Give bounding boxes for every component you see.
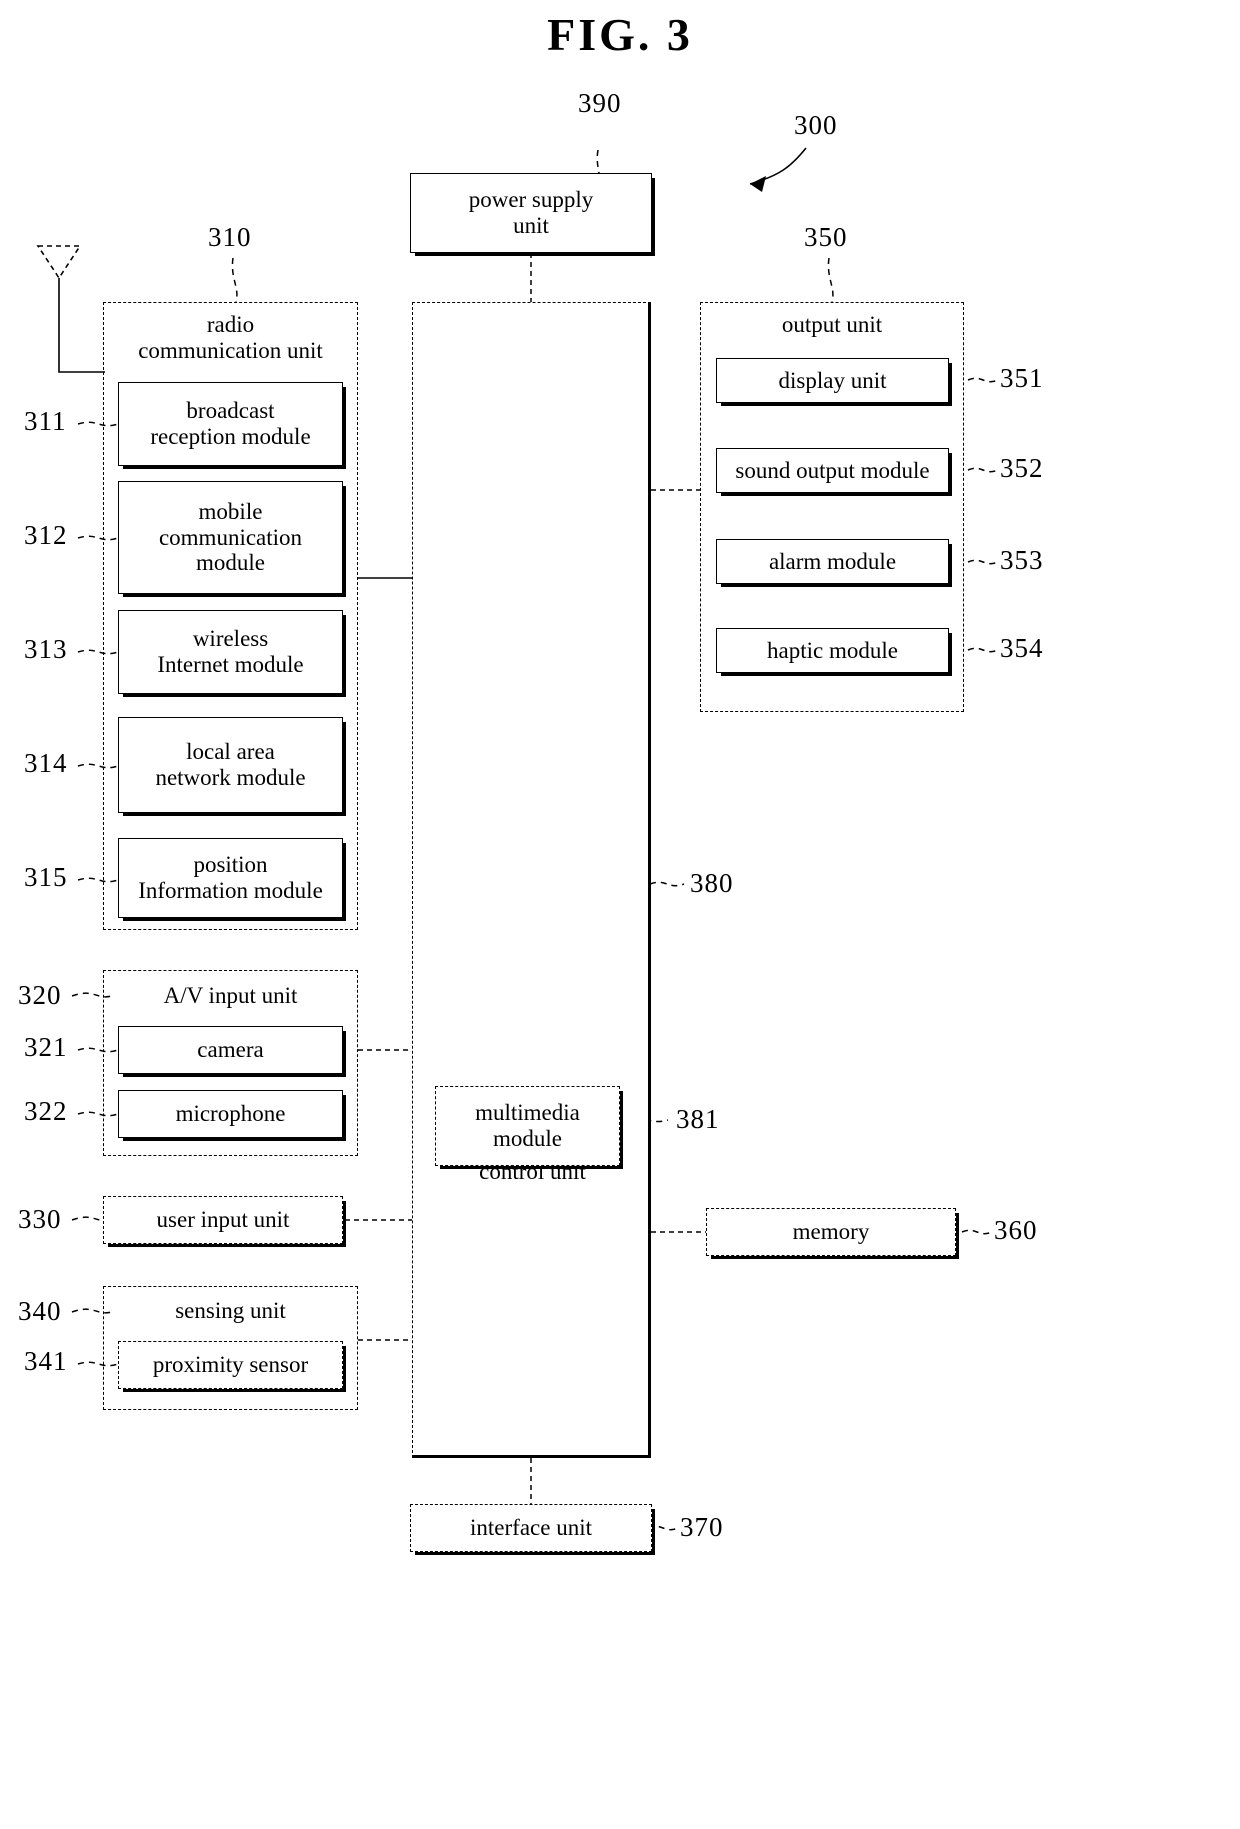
ref-352: 352 xyxy=(1000,453,1044,483)
ref-340: 340 xyxy=(18,1296,62,1326)
power-supply-unit-label-line2: unit xyxy=(513,213,549,238)
alarm-module-label: alarm module xyxy=(768,548,897,574)
wireless-internet-module-box: wireless Internet module xyxy=(118,610,343,694)
ref-313: 313 xyxy=(24,634,68,664)
radio-communication-unit-label: radio communication unit xyxy=(103,312,358,364)
output-unit-label: output unit xyxy=(700,312,964,338)
sound-output-module-box: sound output module xyxy=(716,448,949,493)
radio-communication-unit-label-line1: radio xyxy=(206,312,255,337)
power-supply-unit-box: power supply unit xyxy=(410,173,652,253)
memory-box: memory xyxy=(706,1208,956,1256)
haptic-module-label: haptic module xyxy=(767,637,898,663)
output-unit-label-text: output unit xyxy=(781,312,883,337)
interface-unit-box: interface unit xyxy=(410,1504,652,1552)
power-supply-unit-label-line1: power supply xyxy=(468,187,594,213)
display-unit-label: display unit xyxy=(778,367,887,393)
ref-322: 322 xyxy=(24,1096,68,1126)
sensing-unit-label: sensing unit xyxy=(103,1298,358,1324)
ref-311: 311 xyxy=(24,406,67,436)
ref-312: 312 xyxy=(24,520,68,550)
position-information-module-box: position Information module xyxy=(118,838,343,918)
ref-353: 353 xyxy=(1000,545,1044,575)
ref-354: 354 xyxy=(1000,633,1044,663)
radio-communication-unit-label-line2: communication unit xyxy=(138,337,323,363)
ref-351: 351 xyxy=(1000,363,1044,393)
figure-title: FIG. 3 xyxy=(547,9,693,60)
broadcast-reception-module-box: broadcast reception module xyxy=(118,382,343,466)
proximity-sensor-label: proximity sensor xyxy=(152,1352,309,1378)
ref-390: 390 xyxy=(578,88,622,118)
av-input-unit-label: A/V input unit xyxy=(103,983,358,1009)
mobile-communication-module-label-line3: module xyxy=(196,550,265,576)
ref-360: 360 xyxy=(994,1215,1038,1245)
multimedia-module-box: multimedia module xyxy=(435,1086,620,1166)
ref-370: 370 xyxy=(680,1512,724,1542)
ref-350: 350 xyxy=(804,222,848,252)
mobile-communication-module-box: mobile communication module xyxy=(118,481,343,594)
microphone-module-label: microphone xyxy=(175,1101,286,1127)
interface-unit-label: interface unit xyxy=(470,1515,592,1541)
multimedia-module-label-line1: multimedia xyxy=(475,1100,580,1126)
wireless-internet-module-label-line2: Internet module xyxy=(157,652,304,677)
wireless-internet-module-label-line1: wireless xyxy=(192,626,269,652)
ref-300: 300 xyxy=(794,110,838,140)
user-input-unit-box: user input unit xyxy=(103,1196,343,1244)
microphone-module-box: microphone xyxy=(118,1090,343,1138)
antenna-icon xyxy=(36,245,105,373)
sensing-unit-label-text: sensing unit xyxy=(175,1298,286,1323)
haptic-module-box: haptic module xyxy=(716,628,949,673)
position-information-module-label-line2: Information module xyxy=(138,878,323,903)
av-input-unit-label-text: A/V input unit xyxy=(163,983,298,1008)
mobile-communication-module-label-line2: communication xyxy=(158,524,303,550)
user-input-unit-label: user input unit xyxy=(156,1207,290,1233)
patent-figure-page: FIG. 3 power supply unit 390 300 radio c… xyxy=(0,0,1240,1829)
sound-output-module-label: sound output module xyxy=(735,457,930,483)
ref-381: 381 xyxy=(676,1104,720,1134)
display-unit-box: display unit xyxy=(716,358,949,403)
ref-321: 321 xyxy=(24,1032,68,1062)
ref-315: 315 xyxy=(24,862,68,892)
control-unit-box: control unit xyxy=(412,302,651,1458)
mobile-communication-module-label-line1: mobile xyxy=(198,498,263,524)
ref-314: 314 xyxy=(24,748,68,778)
local-area-network-module-box: local area network module xyxy=(118,717,343,813)
ref-330: 330 xyxy=(18,1204,62,1234)
proximity-sensor-box: proximity sensor xyxy=(118,1341,343,1389)
camera-module-box: camera xyxy=(118,1026,343,1074)
broadcast-reception-module-label-line1: broadcast xyxy=(186,398,275,424)
alarm-module-box: alarm module xyxy=(716,539,949,584)
multimedia-module-label-line2: module xyxy=(493,1126,562,1151)
memory-label: memory xyxy=(792,1219,870,1245)
local-area-network-module-label-line2: network module xyxy=(155,765,306,790)
broadcast-reception-module-label-line2: reception module xyxy=(150,424,311,449)
camera-module-label: camera xyxy=(197,1037,264,1063)
position-information-module-label-line1: position xyxy=(193,852,268,878)
ref-380: 380 xyxy=(690,868,734,898)
ref-341: 341 xyxy=(24,1346,68,1376)
ref-320: 320 xyxy=(18,980,62,1010)
ref-310: 310 xyxy=(208,222,252,252)
local-area-network-module-label-line1: local area xyxy=(186,739,275,765)
